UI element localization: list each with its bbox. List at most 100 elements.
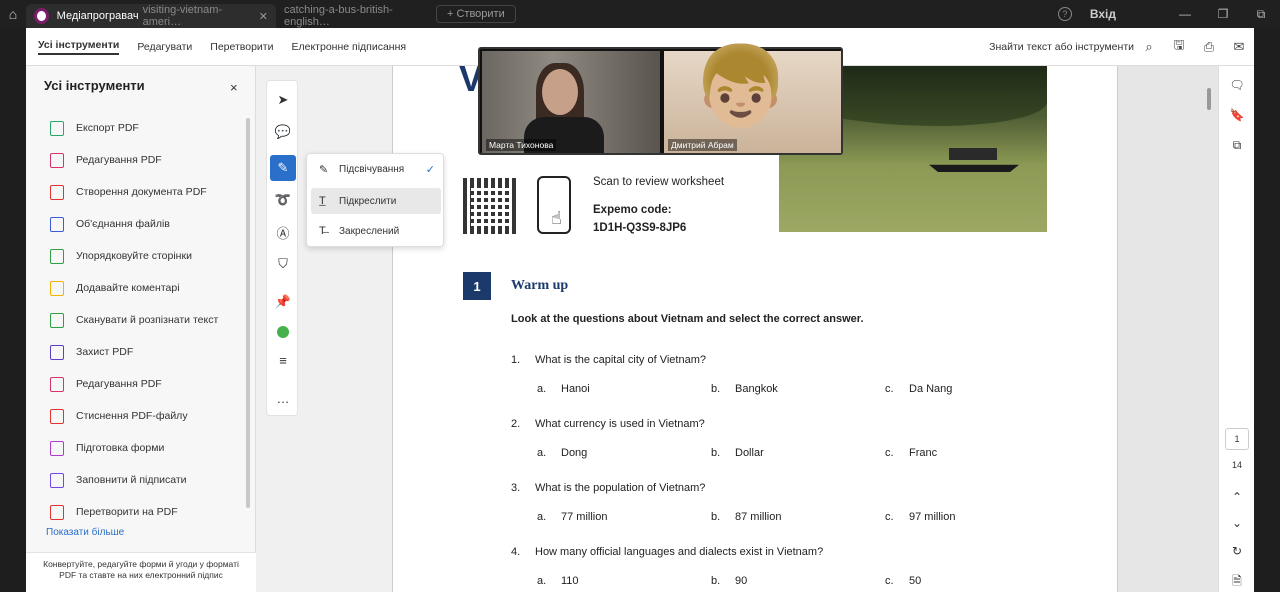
nav-edit[interactable]: Редагувати — [137, 41, 192, 53]
tool-icon — [50, 504, 64, 520]
answer-option-c[interactable]: c. 50 — [885, 575, 921, 587]
show-more-link[interactable]: Показати більше — [46, 527, 124, 538]
menu-item-underline[interactable]: T̲ Підкреслити — [311, 188, 441, 214]
option-text: Hanoi — [561, 383, 590, 395]
close-tab-icon[interactable]: ✕ — [259, 10, 268, 23]
close-panel-icon[interactable]: × — [230, 80, 238, 95]
restore-button[interactable]: ❐ — [1204, 7, 1242, 21]
panel-scrollbar[interactable] — [246, 118, 250, 508]
option-text: 90 — [735, 575, 748, 587]
add-comment-icon[interactable]: 💬 — [267, 119, 299, 145]
home-icon[interactable]: ⌂ — [0, 0, 26, 28]
answer-option-b[interactable]: b. Bangkok — [711, 383, 778, 395]
text-box-icon[interactable]: Ⓐ — [267, 219, 299, 245]
refresh-icon[interactable]: ↻ — [1219, 544, 1255, 558]
tool-item[interactable]: Захист PDF — [50, 336, 218, 368]
total-pages: 14 — [1231, 460, 1242, 470]
tool-item[interactable]: Упорядковуйте сторінки — [50, 240, 218, 272]
option-letter: c. — [885, 383, 894, 395]
answer-option-a[interactable]: a. Dong — [537, 447, 587, 459]
question: 2. What currency is used in Vietnam? — [511, 418, 705, 430]
menu-item-strikethrough[interactable]: T̶ Закреслений — [311, 218, 441, 244]
email-icon[interactable]: ✉ — [1224, 39, 1254, 55]
question: 1. What is the capital city of Vietnam? — [511, 354, 706, 366]
option-letter: b. — [711, 511, 721, 523]
find-tools-search[interactable]: Знайти текст або інструменти ⌕ — [989, 39, 1164, 55]
bookmarks-icon[interactable]: 🔖 — [1219, 108, 1255, 122]
option-text: 110 — [561, 575, 579, 587]
maximize-button[interactable]: ⧉ — [1242, 7, 1280, 22]
more-options-icon[interactable]: … — [267, 385, 299, 411]
answer-option-a[interactable]: a. Hanoi — [537, 383, 590, 395]
answer-option-a[interactable]: a. 77 million — [537, 511, 607, 523]
highlight-pen-icon[interactable]: ✎ — [270, 155, 296, 181]
question-text: What is the capital city of Vietnam? — [535, 354, 706, 366]
tool-item-label: Експорт PDF — [76, 122, 139, 134]
tool-item[interactable]: Перетворити на PDF — [50, 496, 218, 528]
answer-option-c[interactable]: c. Franc — [885, 447, 937, 459]
tool-item[interactable]: Редагування PDF — [50, 368, 218, 400]
tool-item[interactable]: Додавайте коментарі — [50, 272, 218, 304]
section-title: Warm up — [511, 278, 569, 293]
answer-option-b[interactable]: b. Dollar — [711, 447, 764, 459]
chevron-down-icon[interactable]: ⌄ — [1219, 516, 1255, 530]
chevron-up-icon[interactable]: ⌃ — [1219, 490, 1255, 504]
tab-catching-a-bus[interactable]: catching-a-bus-british-english… — [276, 4, 436, 28]
tool-item[interactable]: Створення документа PDF — [50, 176, 218, 208]
pin-icon[interactable]: 📌 — [267, 289, 299, 315]
tool-item-label: Перетворити на PDF — [76, 506, 178, 518]
tool-item[interactable]: Сканувати й розпізнати текст — [50, 304, 218, 336]
search-icon[interactable]: ⌕ — [1134, 39, 1164, 55]
line-weight-icon[interactable]: ≡ — [267, 347, 299, 373]
tool-icon — [50, 280, 64, 296]
question-text: What is the population of Vietnam? — [535, 482, 706, 494]
current-page-input[interactable]: 1 — [1225, 428, 1249, 450]
tool-item[interactable]: Редагування PDF — [50, 144, 218, 176]
help-icon[interactable]: ? — [1057, 7, 1072, 21]
minimize-button[interactable]: — — [1166, 7, 1204, 21]
new-tab-button[interactable]: + Створити — [436, 5, 516, 23]
select-cursor-icon[interactable]: ➤ — [267, 87, 299, 113]
save-icon[interactable]: 🖫 — [1164, 36, 1194, 58]
draw-freehand-icon[interactable]: ➰ — [267, 187, 299, 213]
answer-option-a[interactable]: a. 110 — [537, 575, 579, 587]
document-info-icon[interactable]: 🗎 — [1219, 572, 1255, 592]
checkmark-icon: ✓ — [425, 163, 435, 176]
tool-item-label: Упорядковуйте сторінки — [76, 250, 192, 262]
strikethrough-icon: T̶ — [319, 225, 326, 237]
answer-option-b[interactable]: b. 90 — [711, 575, 747, 587]
participant-face — [542, 69, 578, 115]
tab-media-player[interactable]: Медіапрогравач visiting-vietnam-ameri… ✕ — [26, 4, 276, 28]
stamp-icon[interactable]: ⛉ — [267, 251, 299, 277]
color-picker[interactable] — [267, 319, 299, 345]
sign-in-button[interactable]: Вхід — [1090, 7, 1116, 21]
tool-item-label: Редагування PDF — [76, 378, 162, 390]
answer-option-c[interactable]: c. Da Nang — [885, 383, 952, 395]
phone-scan-icon — [537, 176, 571, 234]
tool-item[interactable]: Стиснення PDF-файлу — [50, 400, 218, 432]
section-number: 1 — [463, 272, 491, 300]
tool-item[interactable]: Об'єднання файлів — [50, 208, 218, 240]
menu-item-highlight[interactable]: ✎ Підсвічування ✓ — [311, 156, 441, 182]
instruction: Look at the questions about Vietnam and … — [511, 313, 864, 325]
nav-convert[interactable]: Перетворити — [210, 41, 273, 53]
media-player-logo-icon — [34, 8, 49, 24]
print-icon[interactable]: ⎙ — [1194, 39, 1224, 55]
comments-icon[interactable]: 🗨 — [1219, 78, 1255, 92]
tab-title: catching-a-bus-british-english… — [284, 4, 393, 28]
green-color-dot — [277, 326, 289, 338]
tab-subtitle: visiting-vietnam-ameri… — [142, 4, 223, 28]
video-call-overlay[interactable]: Марта Тихонова 👦🏼 Дмитрий Абрам — [478, 47, 843, 155]
tool-icon — [50, 248, 64, 264]
copy-pages-icon[interactable]: ⧉ — [1219, 138, 1255, 153]
document-scrollbar[interactable] — [1207, 88, 1211, 110]
photo-boat-cabin — [949, 148, 997, 160]
answer-option-c[interactable]: c. 97 million — [885, 511, 955, 523]
answer-option-b[interactable]: b. 87 million — [711, 511, 781, 523]
tool-item[interactable]: Експорт PDF — [50, 112, 218, 144]
tool-item[interactable]: Підготовка форми — [50, 432, 218, 464]
tool-item[interactable]: Заповнити й підписати — [50, 464, 218, 496]
nav-e-sign[interactable]: Електронне підписання — [291, 41, 406, 53]
nav-all-tools[interactable]: Усі інструменти — [38, 39, 120, 55]
right-rail: 🗨 🔖 ⧉ 1 14 ⌃ ⌄ ↻ 🗎 — [1207, 66, 1255, 592]
